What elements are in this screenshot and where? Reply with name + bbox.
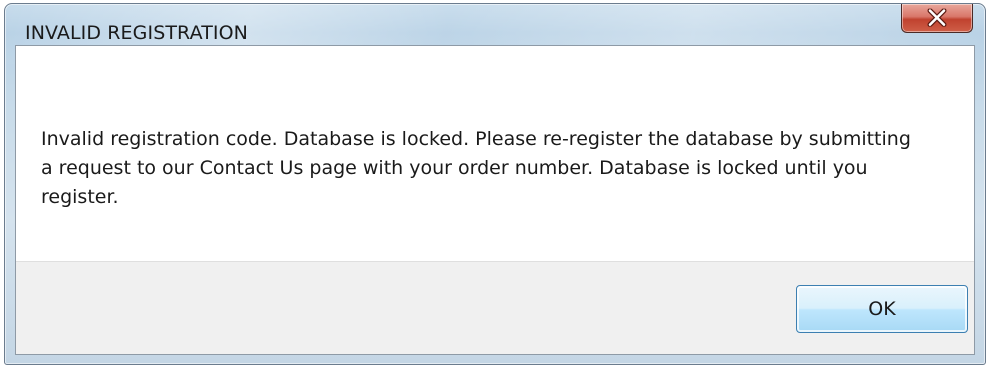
message-area: Invalid registration code. Database is l… (16, 46, 974, 261)
dialog-title: INVALID REGISTRATION (25, 22, 248, 44)
dialog-message: Invalid registration code. Database is l… (41, 128, 911, 208)
dialog-window: INVALID REGISTRATION Invalid registratio… (4, 3, 986, 365)
close-icon (927, 8, 947, 27)
ok-button[interactable]: OK (796, 285, 968, 333)
close-button[interactable] (901, 4, 973, 33)
button-area: OK (16, 261, 974, 354)
dialog-client-area: Invalid registration code. Database is l… (15, 45, 975, 355)
